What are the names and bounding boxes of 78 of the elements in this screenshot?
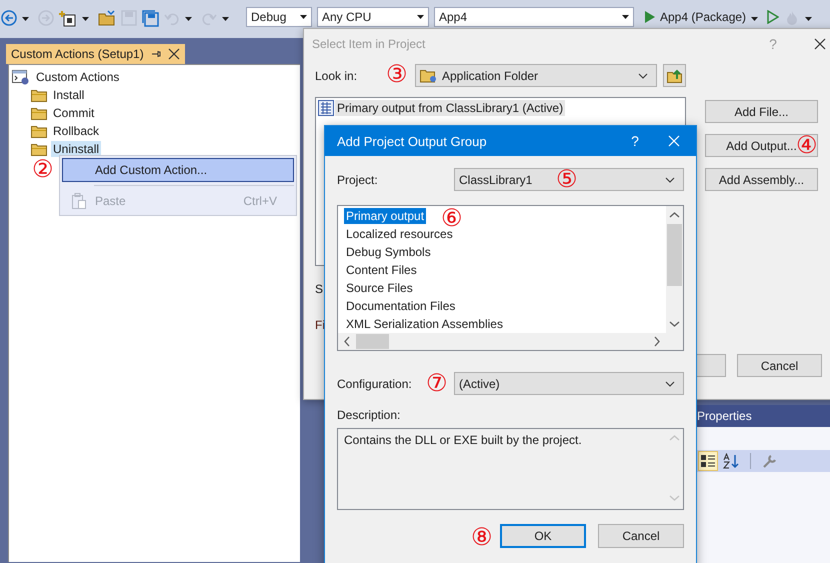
wrench-icon bbox=[762, 453, 778, 469]
field-label: Project: bbox=[337, 172, 378, 186]
annotation-number: ⑤ bbox=[556, 167, 578, 191]
save-all-icon[interactable] bbox=[142, 10, 159, 27]
folder-icon bbox=[31, 124, 47, 138]
close-icon[interactable] bbox=[814, 38, 826, 50]
annotation-number: ⑧ bbox=[471, 525, 493, 549]
configuration-dropdown[interactable]: (Active) bbox=[454, 372, 684, 395]
caret-icon[interactable] bbox=[751, 17, 758, 21]
field-label: Description: bbox=[337, 408, 402, 422]
field-label: Fi bbox=[315, 318, 325, 332]
dialog-title: Add Project Output Group bbox=[337, 134, 488, 148]
folder-icon bbox=[420, 68, 438, 83]
chevron-icon bbox=[638, 72, 648, 78]
pin-icon[interactable] bbox=[150, 49, 161, 59]
clipboard-icon bbox=[72, 193, 86, 209]
list-item[interactable]: Debug Symbols bbox=[344, 244, 433, 260]
cancel-button[interactable]: Cancel bbox=[598, 524, 684, 548]
folder-icon[interactable] bbox=[98, 10, 116, 26]
cancel-button[interactable]: Cancel bbox=[737, 354, 822, 377]
categorized-button[interactable] bbox=[698, 451, 718, 471]
list-item[interactable]: Source Files bbox=[344, 280, 415, 296]
dialog-button[interactable]: Add File... bbox=[705, 100, 818, 123]
caret-icon bbox=[300, 15, 307, 19]
list-item[interactable]: Primary output bbox=[344, 208, 426, 224]
caret-icon[interactable] bbox=[82, 17, 89, 21]
folder-icon bbox=[31, 106, 47, 120]
vertical-scrollbar[interactable] bbox=[666, 206, 683, 333]
configuration-dropdown[interactable]: Debug bbox=[246, 7, 312, 27]
ok-button[interactable]: OK bbox=[500, 524, 586, 548]
sort-az-icon bbox=[723, 453, 739, 469]
horizontal-scrollbar[interactable] bbox=[338, 333, 683, 350]
platform-dropdown[interactable]: Any CPU bbox=[317, 7, 429, 27]
annotation-number: ② bbox=[32, 157, 54, 181]
folder-icon bbox=[31, 142, 47, 156]
list-item[interactable]: Content Files bbox=[344, 262, 419, 278]
dialog-button[interactable]: Add Assembly... bbox=[705, 168, 818, 191]
tool-window-tab[interactable]: Custom Actions (Setup1) bbox=[6, 44, 185, 64]
field-label: S bbox=[315, 282, 324, 296]
list-item[interactable]: Documentation Files bbox=[344, 298, 458, 314]
menu-item[interactable]: Add Custom Action... bbox=[62, 158, 294, 182]
play-icon bbox=[645, 11, 655, 23]
tree-item[interactable]: Uninstall bbox=[51, 141, 102, 157]
folder-icon bbox=[31, 88, 47, 102]
tree-item[interactable]: Commit bbox=[51, 105, 96, 121]
up-folder-button[interactable] bbox=[663, 64, 686, 87]
list-item[interactable]: XML Serialization Assemblies bbox=[344, 316, 505, 332]
location-dropdown[interactable]: Application Folder bbox=[415, 64, 657, 87]
tree-item[interactable]: Rollback bbox=[51, 123, 102, 139]
description-text: Contains the DLL or EXE built by the project. bbox=[343, 432, 583, 449]
tree-item[interactable]: Custom Actions bbox=[34, 69, 122, 85]
tab-title: Custom Actions (Setup1) bbox=[11, 47, 144, 61]
sort-az-button[interactable] bbox=[721, 451, 741, 471]
tree-item[interactable]: Install bbox=[51, 87, 86, 103]
caret-icon bbox=[622, 15, 629, 19]
field-label: Look in: bbox=[315, 68, 358, 82]
output-icon bbox=[318, 100, 334, 116]
chevron-icon bbox=[665, 176, 675, 182]
annotation-number: ③ bbox=[386, 62, 408, 86]
caret-icon bbox=[417, 15, 424, 19]
caret-icon[interactable] bbox=[22, 17, 29, 21]
help-button[interactable]: ? bbox=[618, 133, 652, 149]
panel-title: Properties bbox=[697, 405, 830, 427]
dialog-title: Select Item in Project bbox=[312, 36, 426, 50]
field-label: Configuration: bbox=[337, 376, 412, 390]
setup-icon bbox=[12, 69, 30, 85]
play-outline-icon[interactable] bbox=[767, 10, 780, 24]
categorized-icon bbox=[700, 453, 716, 469]
folder-up-icon bbox=[666, 68, 682, 82]
new-project-icon[interactable] bbox=[59, 10, 77, 28]
chevron-icon bbox=[665, 380, 675, 386]
startup-dropdown[interactable]: App4 bbox=[434, 7, 634, 27]
list-item[interactable]: Primary output from ClassLibrary1 (Active) bbox=[335, 100, 566, 116]
close-icon[interactable] bbox=[168, 48, 180, 60]
back-icon[interactable] bbox=[1, 10, 17, 26]
annotation-number: ④ bbox=[796, 133, 818, 157]
run-button[interactable]: App4 (Package) bbox=[645, 10, 746, 24]
annotation-number: ⑦ bbox=[426, 371, 448, 395]
